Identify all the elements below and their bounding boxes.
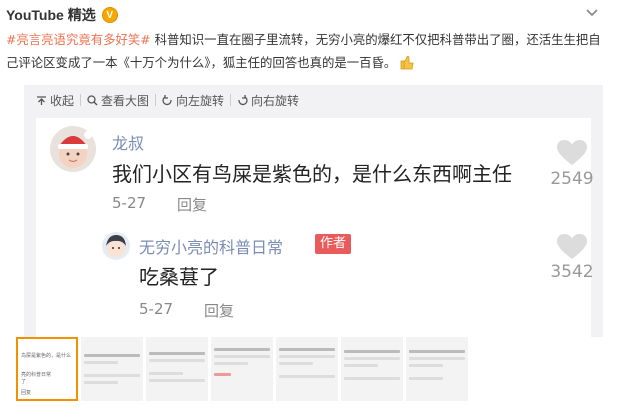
post-header: YouTube 精选 V	[6, 4, 118, 26]
thumbnail-line	[279, 375, 335, 378]
thumbnail-line	[344, 350, 400, 353]
search-icon	[87, 94, 98, 105]
thumbnail-line	[214, 355, 270, 358]
thumbnail-line	[344, 364, 378, 367]
image-toolbar: 收起 查看大图 向左旋转 向右旋转	[24, 85, 603, 115]
thumbnail-line	[279, 355, 335, 358]
avatar	[50, 126, 96, 172]
avatar	[102, 232, 130, 260]
rotate-right-icon	[238, 94, 248, 105]
thumbnail-line	[149, 372, 183, 375]
rotate-right-button[interactable]: 向右旋转	[231, 92, 305, 109]
thumbnail-line	[344, 377, 400, 380]
baby-avatar-icon	[50, 126, 96, 172]
rotate-left-label: 向左旋转	[176, 93, 225, 108]
comment-text: 我们小区有鸟屎是紫色的，是什么东西啊主任	[112, 162, 512, 186]
comment-username[interactable]: 无穷小亮的科普日常	[139, 234, 283, 258]
like-count: 3542	[550, 262, 594, 282]
thumbnail[interactable]	[406, 337, 468, 401]
author-name[interactable]: YouTube 精选	[6, 5, 96, 25]
topic-link[interactable]: #亮言亮语究竟有多好笑#	[6, 32, 151, 47]
like-count: 2549	[550, 169, 594, 189]
post-text: #亮言亮语究竟有多好笑# 科普知识一直在圈子里流转，无穷小亮的爆红不仅把科普带出…	[6, 28, 606, 74]
cartoon-avatar-icon	[102, 232, 130, 260]
reply-button[interactable]: 回复	[204, 300, 234, 321]
thumbnail-line	[84, 354, 140, 357]
thumbnail-line	[149, 352, 205, 355]
collapse-label: 收起	[50, 93, 75, 108]
thumbnail[interactable]	[211, 337, 273, 401]
thumbnail[interactable]	[276, 337, 338, 401]
rotate-left-icon	[162, 94, 172, 105]
thumbnail-line	[149, 359, 205, 362]
thumbnail-line	[214, 362, 248, 365]
thumbs-up-emoji-icon	[400, 55, 414, 70]
thumbnail-line	[344, 357, 400, 360]
thumbnail-line	[214, 373, 231, 376]
thumbnail-line	[214, 348, 270, 351]
reply-button[interactable]: 回复	[177, 194, 207, 215]
thumbnail-text: 亮的科普日常	[21, 372, 52, 378]
thumbnail-line	[409, 377, 443, 380]
thumbnail-text: 鸟屎是紫色的，是什么	[21, 353, 72, 359]
comment-date: 5-27	[112, 194, 147, 212]
thumbnail-line	[149, 379, 205, 382]
chevron-down-icon[interactable]	[584, 4, 600, 20]
comment-date: 5-27	[139, 300, 174, 318]
heart-icon[interactable]	[557, 140, 587, 166]
thumbnail-active[interactable]: 鸟屎是紫色的，是什么 亮的科普日常 了 回复	[16, 337, 78, 401]
thumbnail-line	[84, 381, 118, 384]
thumbnail-text: 了	[21, 379, 27, 385]
thumbnail-line	[84, 361, 118, 364]
view-large-label: 查看大图	[101, 93, 150, 108]
author-tag-badge: 作者	[315, 234, 352, 254]
thumbnail-line	[409, 350, 465, 353]
thumbnail-line	[409, 364, 443, 367]
verified-badge-icon: V	[101, 7, 118, 23]
comment-screenshot[interactable]: 龙叔 我们小区有鸟屎是紫色的，是什么东西啊主任 5-27 回复 2549 无穷小…	[36, 118, 594, 337]
thumbnail[interactable]	[81, 337, 143, 401]
comment-text: 吃桑葚了	[139, 265, 219, 289]
thumbnail-line	[279, 348, 335, 351]
thumbnail-line	[409, 357, 465, 360]
thumbnail-line	[84, 374, 140, 377]
comment-username[interactable]: 龙叔	[112, 130, 144, 154]
collapse-button[interactable]: 收起	[30, 92, 80, 109]
image-viewer: 收起 查看大图 向左旋转 向右旋转 龙叔 我们小区有鸟屎是紫色的，是什么东西啊主…	[24, 85, 603, 337]
thumbnail-text: 回复	[21, 390, 32, 396]
rotate-left-button[interactable]: 向左旋转	[156, 92, 230, 109]
thumbnail[interactable]	[146, 337, 208, 401]
heart-icon[interactable]	[557, 234, 587, 260]
thumbnail[interactable]	[341, 337, 403, 401]
view-large-button[interactable]: 查看大图	[81, 92, 155, 109]
rotate-right-label: 向右旋转	[251, 93, 300, 108]
thumbnail-line	[279, 362, 313, 365]
thumbnail-strip: 鸟屎是紫色的，是什么 亮的科普日常 了 回复	[16, 337, 606, 403]
collapse-icon	[37, 95, 46, 105]
